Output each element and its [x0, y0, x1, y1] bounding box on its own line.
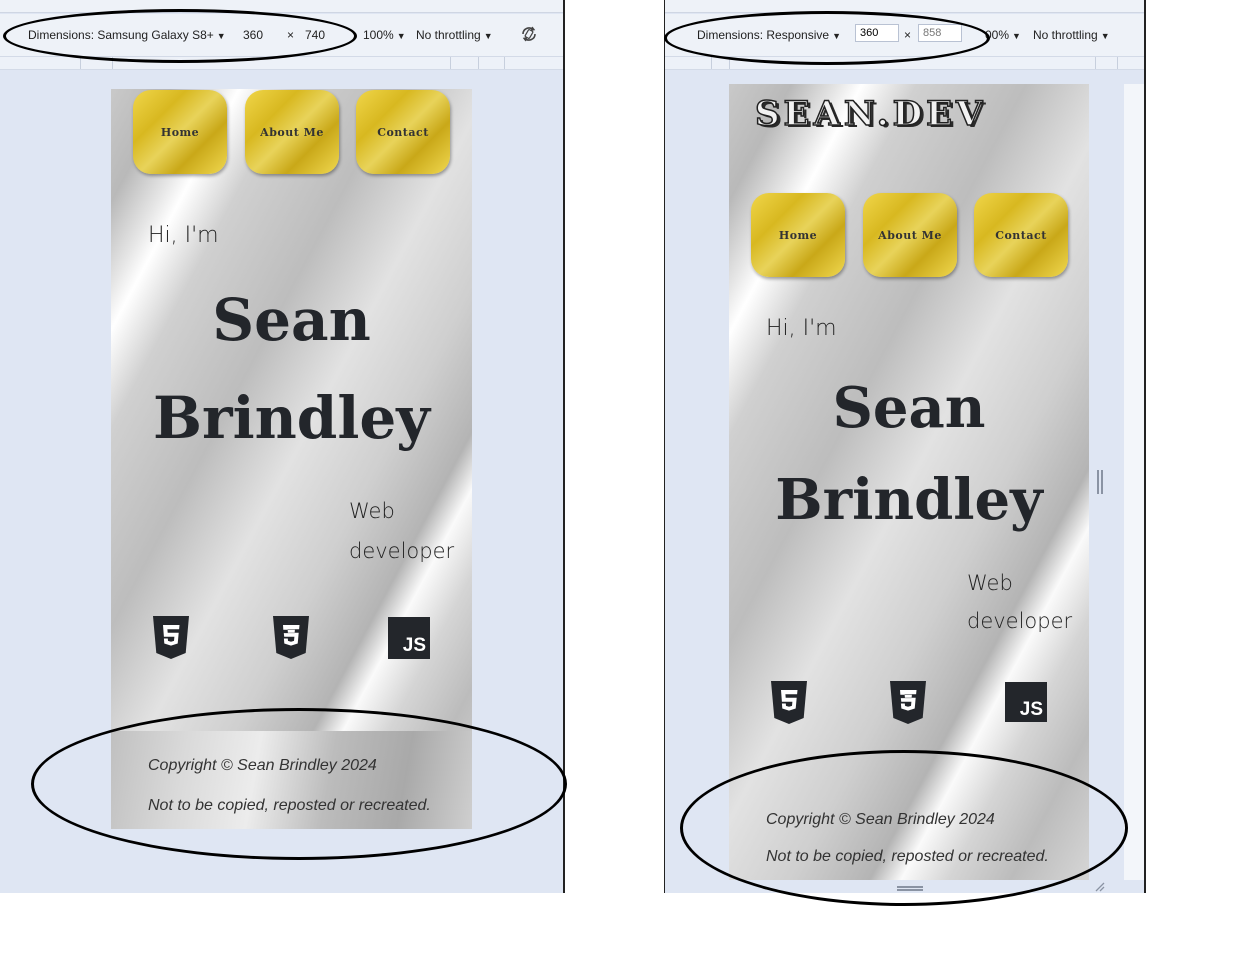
resize-handle-bottom[interactable] [897, 886, 923, 891]
throttling-label: No throttling [1033, 28, 1098, 42]
height-input[interactable] [918, 24, 962, 42]
role-line-1: Web [967, 571, 1013, 595]
device-viewport-responsive: SEAN.DEV Home About Me Contact Hi, I'm S… [729, 84, 1089, 880]
nav-home-button[interactable]: Home [133, 90, 227, 174]
media-query-ruler [665, 56, 1144, 70]
dimensions-dropdown[interactable]: Dimensions: Samsung Galaxy S8+ ▼ [28, 28, 226, 42]
devtools-panel-galaxy: Dimensions: Samsung Galaxy S8+ ▼ 360 × 74… [0, 0, 565, 893]
footer-copyright: Copyright © Sean Brindley 2024 [148, 757, 377, 774]
nav-about-button[interactable]: About Me [245, 90, 339, 174]
javascript-icon: JS [388, 617, 430, 659]
rotate-icon[interactable] [519, 24, 539, 47]
first-name: Sean [832, 375, 986, 441]
js-label: JS [1019, 699, 1043, 720]
device-toolbar: Dimensions: Samsung Galaxy S8+ ▼ 360 × 74… [0, 14, 563, 56]
dropdown-arrow-icon: ▼ [1100, 31, 1110, 41]
footer-note: Not to be copied, reposted or recreated. [148, 797, 431, 814]
dropdown-arrow-icon: ▼ [483, 31, 493, 41]
first-name: Sean [212, 286, 371, 354]
device-toolbar: Dimensions: Responsive▼ × 00%▼ No thrott… [665, 14, 1144, 56]
javascript-icon: JS [1005, 682, 1047, 722]
viewport-right-gutter [1124, 84, 1144, 880]
dimensions-label: Dimensions: Samsung Galaxy S8+ [28, 28, 214, 42]
js-label: JS [402, 635, 426, 656]
devtools-panel-responsive: Dimensions: Responsive▼ × 00%▼ No thrott… [664, 0, 1146, 893]
width-field[interactable]: 360 [243, 28, 263, 42]
css3-icon [273, 616, 309, 659]
device-viewport-galaxy: Home About Me Contact Hi, I'm Sean Brind… [111, 89, 472, 829]
devtools-top-strip [665, 0, 1144, 13]
role-line-2: developer [967, 609, 1073, 633]
dimensions-dropdown[interactable]: Dimensions: Responsive ▼ [697, 28, 841, 42]
last-name: Brindley [153, 384, 430, 452]
greeting: Hi, I'm [148, 223, 219, 248]
footer-note: Not to be copied, reposted or recreated. [766, 848, 1049, 865]
resize-handle-right[interactable] [1097, 470, 1103, 494]
throttling-label: No throttling [416, 28, 481, 42]
zoom-label: 00% [985, 28, 1010, 42]
zoom-label: 100% [363, 28, 394, 42]
last-name: Brindley [775, 467, 1043, 533]
greeting: Hi, I'm [766, 316, 837, 341]
devtools-top-strip [0, 0, 563, 13]
height-field[interactable]: 740 [305, 28, 325, 42]
html5-icon [771, 681, 807, 724]
times-sign: × [904, 28, 912, 42]
role-line-1: Web [349, 499, 395, 523]
width-input[interactable] [855, 24, 899, 42]
nav-contact-button[interactable]: Contact [974, 193, 1068, 277]
throttling-dropdown[interactable]: No throttling ▼ [416, 28, 493, 42]
nav-about-button[interactable]: About Me [863, 193, 957, 277]
media-query-ruler [0, 56, 563, 70]
dropdown-arrow-icon: ▼ [1012, 31, 1021, 41]
html5-icon [153, 616, 189, 659]
resize-corner-icon[interactable] [1093, 880, 1105, 892]
footer-copyright: Copyright © Sean Brindley 2024 [766, 811, 995, 828]
site-brand-logo[interactable]: SEAN.DEV [754, 93, 986, 135]
zoom-dropdown[interactable]: 00% ▼ [985, 28, 1021, 42]
dimensions-label: Dimensions: Responsive [697, 28, 830, 42]
dropdown-arrow-icon: ▼ [832, 31, 841, 41]
footer: Copyright © Sean Brindley 2024 Not to be… [111, 731, 472, 829]
throttling-dropdown[interactable]: No throttling ▼ [1033, 28, 1110, 42]
nav-contact-button[interactable]: Contact [356, 90, 450, 174]
nav-home-button[interactable]: Home [751, 193, 845, 277]
zoom-dropdown[interactable]: 100% ▼ [363, 28, 406, 42]
role-line-2: developer [349, 539, 455, 563]
dropdown-arrow-icon: ▼ [396, 31, 406, 41]
css3-icon [890, 681, 926, 724]
times-sign: × [287, 28, 295, 42]
dropdown-arrow-icon: ▼ [216, 31, 226, 41]
